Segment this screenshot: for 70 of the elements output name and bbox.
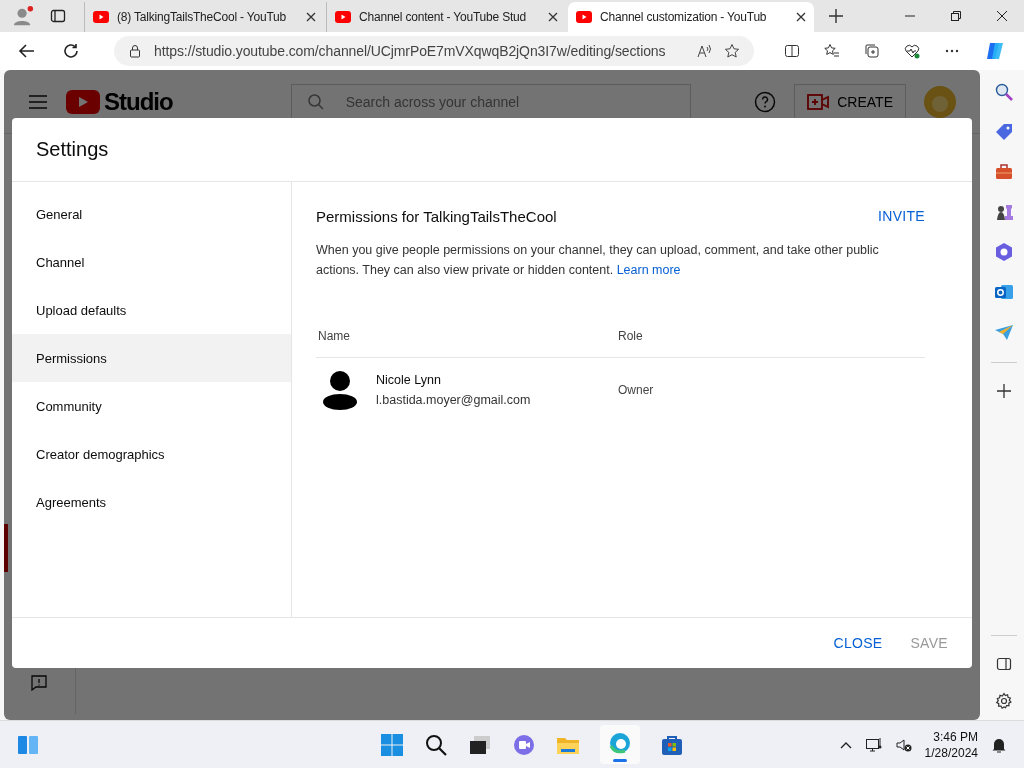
read-aloud-icon[interactable] <box>696 43 712 59</box>
chess-pieces-icon[interactable] <box>994 202 1014 222</box>
toolbox-icon[interactable] <box>994 162 1014 182</box>
settings-icon[interactable] <box>995 692 1013 710</box>
clock-date[interactable]: 1/28/2024 <box>924 745 978 760</box>
tab-title: Channel content - YouTube Stud <box>359 10 528 24</box>
close-tab-icon[interactable] <box>548 12 558 22</box>
studio-logo-text: Studio <box>104 87 173 116</box>
browser-tab[interactable]: Channel customization - YouTub <box>568 2 814 32</box>
restore-icon[interactable] <box>950 10 962 22</box>
column-header: Role <box>618 328 643 343</box>
nav-item[interactable]: Creator demographics <box>12 430 291 478</box>
back-icon[interactable] <box>18 42 36 60</box>
tab-title: Channel customization - YouTub <box>600 10 768 24</box>
tab-actions-icon[interactable] <box>50 8 66 24</box>
clock-time[interactable]: 3:46 PM <box>933 729 978 744</box>
feedback-icon[interactable] <box>30 674 48 692</box>
close-tab-icon[interactable] <box>796 12 806 22</box>
nav-item[interactable]: Permissions <box>12 334 291 382</box>
new-tab-icon[interactable] <box>828 8 844 24</box>
browser-icon[interactable] <box>608 731 632 755</box>
column-header: Name <box>318 328 351 343</box>
learn-more-link[interactable]: Learn more <box>616 263 681 277</box>
nav-item[interactable]: General <box>12 190 291 238</box>
nav-item[interactable]: Agreements <box>12 478 291 526</box>
tag-icon[interactable] <box>994 122 1014 142</box>
user-email: l.bastida.moyer@gmail.com <box>376 393 531 407</box>
section-heading: Permissions for TalkingTailsTheCool <box>316 207 557 225</box>
favorites-icon[interactable] <box>824 43 840 59</box>
refresh-icon[interactable] <box>62 42 80 60</box>
heartbeat-icon[interactable] <box>904 43 920 59</box>
video-logo-icon <box>93 11 109 23</box>
person-silhouette-icon <box>322 370 358 410</box>
video-logo-icon <box>335 11 351 23</box>
copilot-icon[interactable] <box>984 40 1006 62</box>
hexagon-ring-icon[interactable] <box>994 242 1014 262</box>
star-icon[interactable] <box>724 43 740 59</box>
nav-item[interactable]: Channel <box>12 238 291 286</box>
create-button[interactable]: CREATE <box>794 83 906 120</box>
search-icon[interactable] <box>994 82 1014 102</box>
tab-title: (8) TalkingTailsTheCool - YouTub <box>117 10 288 24</box>
url-text: https://studio.youtube.com/channel/UCjmrPoE7mVXqwqB2jQn3I7w/editing/sections <box>154 43 667 59</box>
invite-button[interactable]: INVITE <box>878 206 925 226</box>
nav-item[interactable]: Upload defaults <box>12 286 291 334</box>
lock-icon <box>128 44 142 58</box>
description-text: When you give people permissions on your channel, they can upload, comment, and take other public actions. They can also view private or hidden content. Learn more <box>316 242 880 279</box>
close-icon[interactable] <box>996 10 1008 22</box>
paper-plane-icon[interactable] <box>994 322 1014 342</box>
chat-icon[interactable] <box>512 732 536 757</box>
dialog-title: Settings <box>36 138 109 161</box>
video-logo-icon <box>576 11 592 23</box>
collections-icon[interactable] <box>864 43 880 59</box>
split-screen-icon[interactable] <box>784 43 800 59</box>
network-icon[interactable] <box>864 735 883 754</box>
nav-item[interactable]: Community <box>12 382 291 430</box>
start-icon[interactable] <box>380 732 404 757</box>
sidebar-toggle-icon[interactable] <box>996 656 1012 672</box>
role-text: Owner <box>618 383 654 397</box>
profile-icon[interactable] <box>12 5 34 27</box>
play-logo-icon <box>66 89 100 114</box>
search-icon[interactable] <box>424 732 448 757</box>
add-icon[interactable] <box>996 383 1012 399</box>
mail-app-icon[interactable] <box>994 282 1014 302</box>
close-tab-icon[interactable] <box>306 12 316 22</box>
address-bar[interactable]: https://studio.youtube.com/channel/UCjmrPoE7mVXqwqB2jQn3I7w/editing/sections <box>114 36 754 66</box>
dialog-button[interactable]: CLOSE <box>833 633 883 653</box>
search-icon <box>306 92 325 111</box>
help-icon[interactable] <box>754 90 777 113</box>
search-field[interactable]: Search across your channel <box>290 83 691 120</box>
user-name: Nicole Lynn <box>376 373 442 387</box>
